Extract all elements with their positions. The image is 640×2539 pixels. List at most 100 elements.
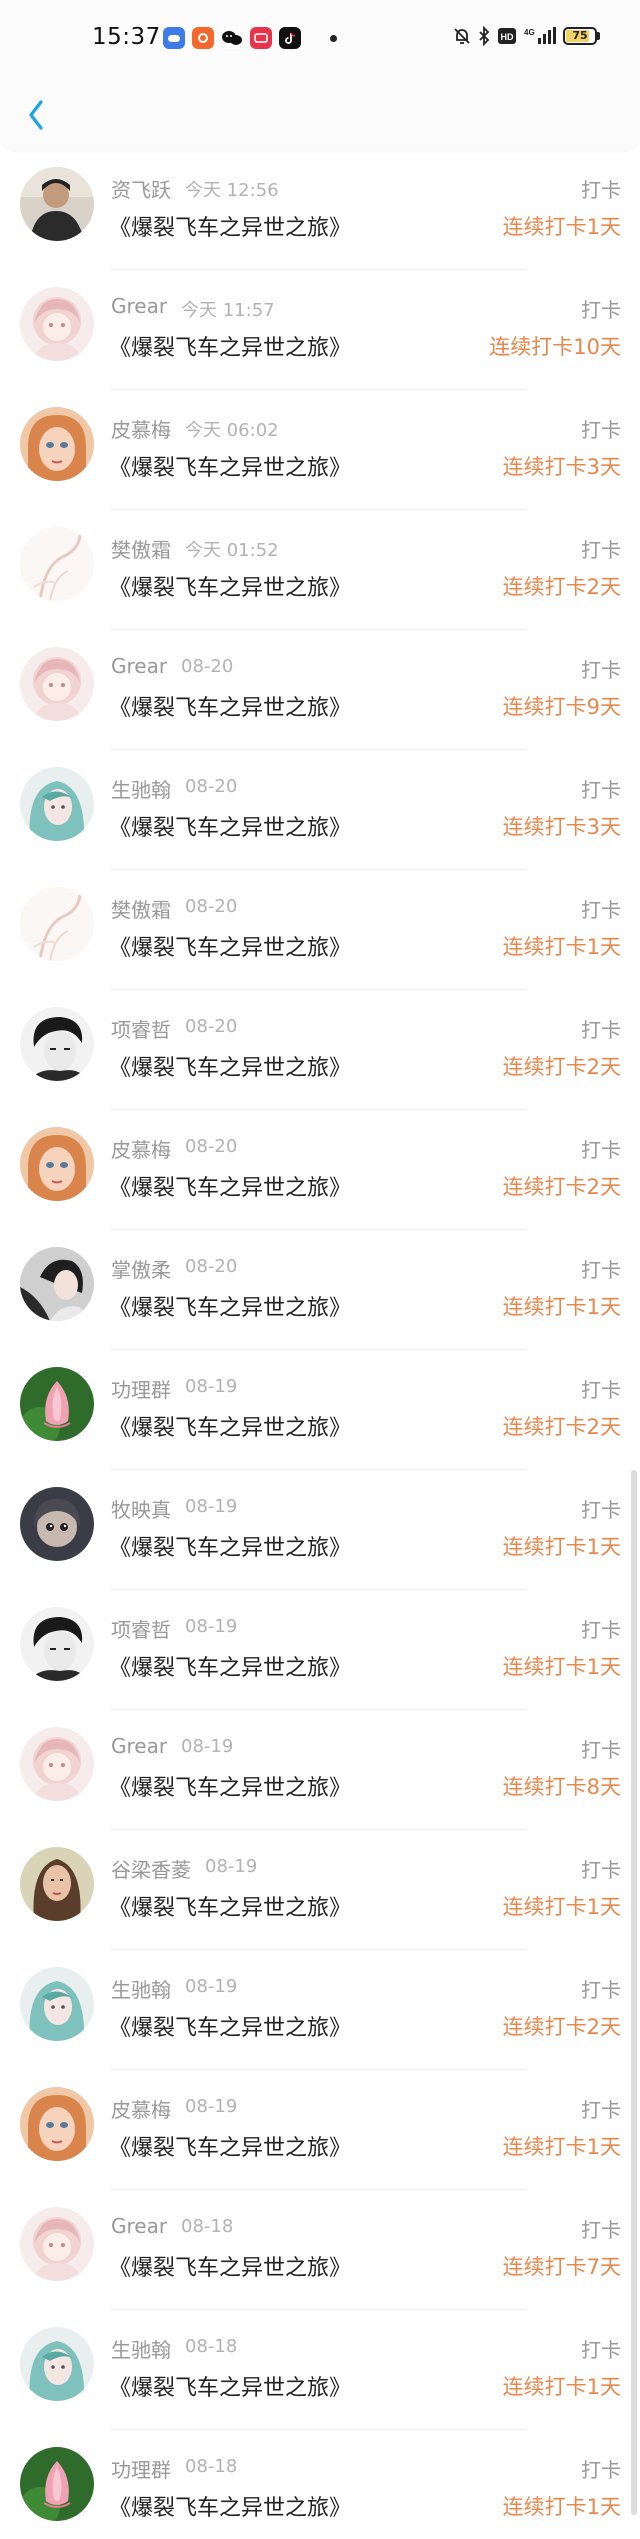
avatar[interactable] [20,2447,94,2521]
user-name[interactable]: 生驰翰 [111,774,171,803]
book-title[interactable]: 《爆裂飞车之异世之旅》 [109,450,351,482]
avatar[interactable] [20,2087,94,2161]
avatar[interactable] [20,1487,94,1561]
back-button[interactable] [18,90,54,140]
book-title[interactable]: 《爆裂飞车之异世之旅》 [109,210,351,242]
book-title[interactable]: 《爆裂飞车之异世之旅》 [109,1770,351,1802]
list-item[interactable]: 樊傲霜 08-20 《爆裂飞车之异世之旅》 打卡 连续打卡1天 [0,870,640,990]
book-title[interactable]: 《爆裂飞车之异世之旅》 [109,2010,351,2042]
user-name[interactable]: Grear [111,294,167,318]
avatar[interactable] [20,1367,94,1441]
avatar[interactable] [20,1607,94,1681]
book-title[interactable]: 《爆裂飞车之异世之旅》 [109,2130,351,2162]
streak-label: 连续打卡1天 [502,1895,621,1919]
list-item[interactable]: 资飞跃 今天 12:56 《爆裂飞车之异世之旅》 打卡 连续打卡1天 [0,150,640,270]
list-item[interactable]: 生驰翰 08-19 《爆裂飞车之异世之旅》 打卡 连续打卡2天 [0,1950,640,2070]
user-name[interactable]: 牧映真 [111,1494,171,1523]
checkin-label: 打卡 [581,658,621,682]
avatar[interactable] [20,887,94,961]
avatar[interactable] [20,1247,94,1321]
list-item[interactable]: Grear 今天 11:57 《爆裂飞车之异世之旅》 打卡 连续打卡10天 [0,270,640,390]
user-name[interactable]: 樊傲霜 [111,894,171,923]
avatar[interactable] [20,167,94,241]
avatar[interactable] [20,2207,94,2281]
avatar-image [20,1727,94,1801]
checkin-time: 08-19 [185,1376,238,1397]
list-item[interactable]: 谷梁香菱 08-19 《爆裂飞车之异世之旅》 打卡 连续打卡1天 [0,1830,640,1950]
user-name[interactable]: 资飞跃 [111,174,171,203]
checkin-label: 打卡 [581,1018,621,1042]
list-item[interactable]: 功理群 08-18 《爆裂飞车之异世之旅》 打卡 连续打卡1天 [0,2430,640,2539]
streak-label: 连续打卡1天 [502,2135,621,2159]
checkin-time: 08-20 [181,656,234,677]
book-title[interactable]: 《爆裂飞车之异世之旅》 [109,1050,351,1082]
book-title[interactable]: 《爆裂飞车之异世之旅》 [109,2490,351,2522]
avatar[interactable] [20,287,94,361]
list-item[interactable]: 生驰翰 08-20 《爆裂飞车之异世之旅》 打卡 连续打卡3天 [0,750,640,870]
user-name[interactable]: 掌傲柔 [111,1254,171,1283]
user-name[interactable]: 生驰翰 [111,2334,171,2363]
book-title[interactable]: 《爆裂飞车之异世之旅》 [109,1890,351,1922]
list-item[interactable]: 掌傲柔 08-20 《爆裂飞车之异世之旅》 打卡 连续打卡1天 [0,1230,640,1350]
list-item[interactable]: 生驰翰 08-18 《爆裂飞车之异世之旅》 打卡 连续打卡1天 [0,2310,640,2430]
network-type-label: 4G [524,28,535,37]
avatar[interactable] [20,1967,94,2041]
user-name[interactable]: 功理群 [111,1374,171,1403]
avatar[interactable] [20,1007,94,1081]
user-name[interactable]: Grear [111,2214,167,2238]
streak-label: 连续打卡1天 [502,215,621,239]
more-notifications-dot [330,34,337,42]
user-name[interactable]: 皮慕梅 [111,2094,171,2123]
user-name[interactable]: 功理群 [111,2454,171,2483]
book-title[interactable]: 《爆裂飞车之异世之旅》 [109,1410,351,1442]
book-title[interactable]: 《爆裂飞车之异世之旅》 [109,570,351,602]
user-name[interactable]: 樊傲霜 [111,534,171,563]
book-title[interactable]: 《爆裂飞车之异世之旅》 [109,690,351,722]
avatar[interactable] [20,647,94,721]
user-name[interactable]: 皮慕梅 [111,1134,171,1163]
book-title[interactable]: 《爆裂飞车之异世之旅》 [109,930,351,962]
avatar[interactable] [20,1727,94,1801]
list-item[interactable]: Grear 08-18 《爆裂飞车之异世之旅》 打卡 连续打卡7天 [0,2190,640,2310]
book-title[interactable]: 《爆裂飞车之异世之旅》 [109,2250,351,2282]
avatar[interactable] [20,2327,94,2401]
streak-label: 连续打卡3天 [502,455,621,479]
book-title[interactable]: 《爆裂飞车之异世之旅》 [109,2370,351,2402]
user-name[interactable]: Grear [111,654,167,678]
list-item[interactable]: Grear 08-20 《爆裂飞车之异世之旅》 打卡 连续打卡9天 [0,630,640,750]
streak-label: 连续打卡9天 [502,695,621,719]
avatar[interactable] [20,1127,94,1201]
list-item[interactable]: 项睿哲 08-19 《爆裂飞车之异世之旅》 打卡 连续打卡1天 [0,1590,640,1710]
user-name[interactable]: 皮慕梅 [111,414,171,443]
nav-bar [0,80,640,150]
avatar-image [20,2447,94,2521]
list-item[interactable]: 皮慕梅 08-20 《爆裂飞车之异世之旅》 打卡 连续打卡2天 [0,1110,640,1230]
book-title[interactable]: 《爆裂飞车之异世之旅》 [109,1650,351,1682]
user-name[interactable]: 项睿哲 [111,1014,171,1043]
avatar[interactable] [20,527,94,601]
book-title[interactable]: 《爆裂飞车之异世之旅》 [109,330,351,362]
user-name[interactable]: 项睿哲 [111,1614,171,1643]
book-title[interactable]: 《爆裂飞车之异世之旅》 [109,1290,351,1322]
streak-label: 连续打卡2天 [502,1055,621,1079]
avatar[interactable] [20,1847,94,1921]
list-item[interactable]: 皮慕梅 今天 06:02 《爆裂飞车之异世之旅》 打卡 连续打卡3天 [0,390,640,510]
list-item[interactable]: 樊傲霜 今天 01:52 《爆裂飞车之异世之旅》 打卡 连续打卡2天 [0,510,640,630]
list-item[interactable]: 项睿哲 08-20 《爆裂飞车之异世之旅》 打卡 连续打卡2天 [0,990,640,1110]
list-item[interactable]: Grear 08-19 《爆裂飞车之异世之旅》 打卡 连续打卡8天 [0,1710,640,1830]
book-title[interactable]: 《爆裂飞车之异世之旅》 [109,1170,351,1202]
avatar[interactable] [20,407,94,481]
user-name[interactable]: 谷梁香菱 [111,1854,191,1883]
avatar[interactable] [20,767,94,841]
avatar-image [20,647,94,721]
user-name[interactable]: Grear [111,1734,167,1758]
list-item[interactable]: 牧映真 08-19 《爆裂飞车之异世之旅》 打卡 连续打卡1天 [0,1470,640,1590]
list-item[interactable]: 功理群 08-19 《爆裂飞车之异世之旅》 打卡 连续打卡2天 [0,1350,640,1470]
book-title[interactable]: 《爆裂飞车之异世之旅》 [109,810,351,842]
scrollbar[interactable] [631,1470,637,2515]
user-name[interactable]: 生驰翰 [111,1974,171,2003]
checkin-time: 08-20 [185,776,238,797]
book-title[interactable]: 《爆裂飞车之异世之旅》 [109,1530,351,1562]
checkin-label: 打卡 [581,1618,621,1642]
list-item[interactable]: 皮慕梅 08-19 《爆裂飞车之异世之旅》 打卡 连续打卡1天 [0,2070,640,2190]
